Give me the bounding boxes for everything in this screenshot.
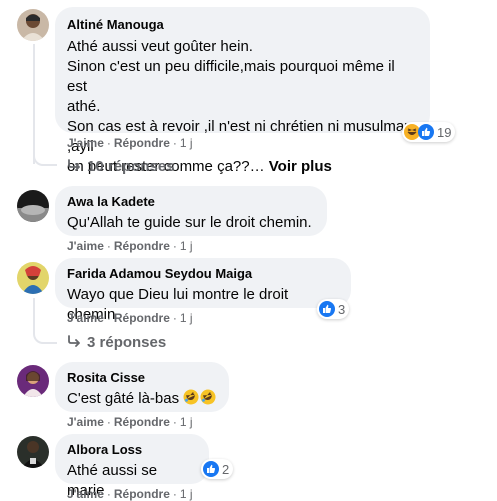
timestamp[interactable]: 1 j: [180, 311, 193, 325]
reply-button[interactable]: Répondre: [114, 415, 170, 429]
comment-text: C'est gâté là-bas: [67, 389, 217, 411]
like-icon: [203, 461, 219, 477]
rolling-laughing-emoji-icon: [200, 389, 216, 411]
timestamp[interactable]: 1 j: [180, 415, 193, 429]
timestamp[interactable]: 1 j: [180, 239, 193, 253]
reply-arrow-icon: [67, 334, 81, 352]
reply-button[interactable]: Répondre: [114, 311, 170, 325]
comment-author[interactable]: Albora Loss: [67, 442, 197, 458]
comment-text-line: Sinon c'est un peu difficile,mais pourqu…: [67, 58, 395, 95]
comment-bubble: Altiné Manouga Athé aussi veut goûter he…: [55, 7, 430, 175]
timestamp[interactable]: 1 j: [180, 136, 193, 150]
like-button[interactable]: J'aime: [67, 239, 104, 253]
comment-actions: J'aime · Répondre · 1 j: [67, 487, 193, 501]
reaction-count: 2: [222, 461, 230, 477]
separator-dot: ·: [172, 311, 177, 325]
replies-label: 10 réponses: [87, 158, 175, 175]
separator-dot: ·: [172, 239, 177, 253]
reply-button[interactable]: Répondre: [114, 487, 170, 501]
rolling-laughing-emoji-icon: [183, 389, 199, 411]
comment-actions: J'aime · Répondre · 1 j: [67, 311, 193, 325]
view-replies-button[interactable]: 10 réponses: [67, 158, 175, 176]
like-button[interactable]: J'aime: [67, 415, 104, 429]
avatar[interactable]: [17, 436, 49, 468]
separator-dot: ·: [106, 239, 111, 253]
like-icon: [418, 124, 434, 140]
avatar[interactable]: [17, 190, 49, 222]
avatar[interactable]: [17, 9, 49, 41]
reply-button[interactable]: Répondre: [114, 136, 170, 150]
separator-dot: ·: [172, 415, 177, 429]
comment-author[interactable]: Rosita Cisse: [67, 370, 217, 386]
like-button[interactable]: J'aime: [67, 136, 104, 150]
comment-text-line: Athé aussi veut goûter hein.: [67, 38, 253, 55]
thread-line: [33, 44, 35, 164]
avatar[interactable]: [17, 365, 49, 397]
comment-actions: J'aime · Répondre · 1 j: [67, 415, 193, 429]
comment-text: Athé aussi veut goûter hein. Sinon c'est…: [67, 37, 418, 177]
comment-text-body: C'est gâté là-bas: [67, 390, 180, 407]
view-replies-button[interactable]: 3 réponses: [67, 334, 166, 352]
thread-connector: [33, 150, 57, 166]
separator-dot: ·: [106, 136, 111, 150]
avatar[interactable]: [17, 262, 49, 294]
separator-dot: ·: [106, 487, 111, 501]
reaction-count: 3: [338, 301, 346, 317]
reply-button[interactable]: Répondre: [114, 239, 170, 253]
comment-actions: J'aime · Répondre · 1 j: [67, 136, 193, 150]
timestamp[interactable]: 1 j: [180, 487, 193, 501]
comment-actions: J'aime · Répondre · 1 j: [67, 239, 193, 253]
like-button[interactable]: J'aime: [67, 487, 104, 501]
separator-dot: ·: [172, 487, 177, 501]
separator-dot: ·: [106, 415, 111, 429]
comment-bubble: Awa la Kadete Qu'Allah te guide sur le d…: [55, 186, 327, 236]
comment-bubble: Farida Adamou Seydou Maiga Wayo que Dieu…: [55, 258, 351, 323]
reaction-summary[interactable]: 19: [402, 122, 456, 142]
like-button[interactable]: J'aime: [67, 311, 104, 325]
thread-connector: [33, 326, 57, 344]
see-more-link[interactable]: Voir plus: [269, 158, 332, 175]
separator-dot: ·: [106, 311, 111, 325]
comment-bubble: Albora Loss Athé aussi se marie: [55, 434, 209, 499]
reply-arrow-icon: [67, 158, 81, 176]
reaction-count: 19: [437, 124, 452, 140]
separator-dot: ·: [172, 136, 177, 150]
comment-author[interactable]: Altiné Manouga: [67, 17, 418, 33]
reaction-summary[interactable]: 2: [201, 459, 234, 479]
like-icon: [319, 301, 335, 317]
comment-author[interactable]: Farida Adamou Seydou Maiga: [67, 266, 339, 282]
replies-label: 3 réponses: [87, 334, 167, 351]
comment-author[interactable]: Awa la Kadete: [67, 194, 315, 210]
comment-text-line: athé.: [67, 98, 101, 115]
comment-bubble: Rosita Cisse C'est gâté là-bas: [55, 362, 229, 412]
comment-text: Qu'Allah te guide sur le droit chemin.: [67, 214, 312, 231]
reaction-summary[interactable]: 3: [317, 299, 350, 319]
